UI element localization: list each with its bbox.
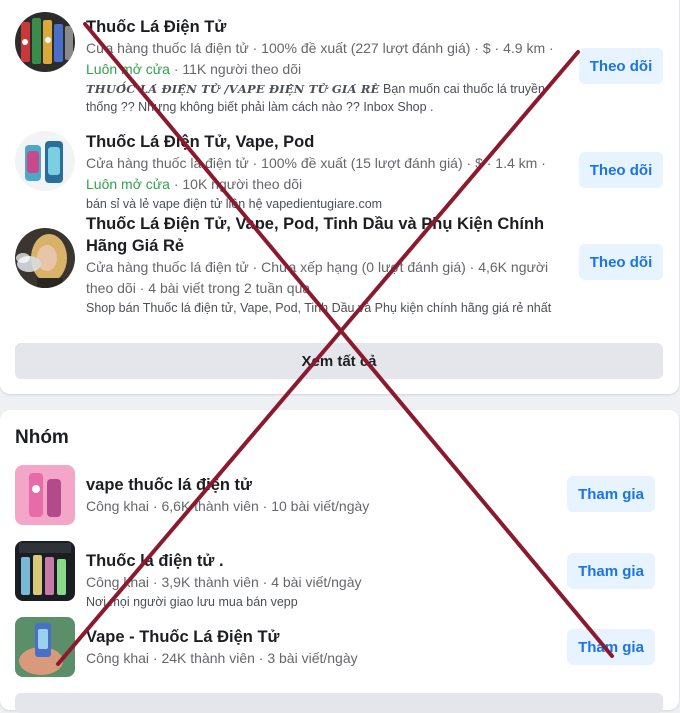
groups-section-title: Nhóm [15,427,69,448]
group-title[interactable]: vape thuốc lá điện tử [86,474,369,496]
page-result-item[interactable]: Thuốc Lá Điện Tử Cửa hàng thuốc lá điện … [0,0,679,116]
followers-count: · 11K người theo dõi [169,61,302,77]
page-meta: Cửa hàng thuốc lá điện tử · Chưa xếp hạn… [86,259,549,275]
page-title[interactable]: Thuốc Lá Điện Tử, Vape, Pod, Tinh Dầu và… [86,213,551,235]
page-description-line2: thống ?? Nhưng không biết phải làm cách … [86,100,434,114]
page-meta-line2: Luôn mở cửa · 10K người theo dõi [86,174,546,195]
follow-button[interactable]: Theo dõi [579,152,663,188]
join-button[interactable]: Tham gia [567,476,655,512]
page-title[interactable]: Thuốc Lá Điện Tử, Vape, Pod [86,131,546,153]
group-title[interactable]: Thuốc lá điện tử . [86,550,362,572]
group-title[interactable]: Vape - Thuốc Lá Điện Tử [86,626,358,648]
group-description: Nơi mọi người giao lưu mua bán vepp [86,595,298,609]
page-description-rest: Bạn muốn cai thuốc lá truyền [379,82,545,96]
group-result-item[interactable]: Vape - Thuốc Lá Điện Tử Công khai · 24K … [0,612,679,682]
join-button[interactable]: Tham gia [567,629,655,665]
group-meta: Công khai · 6,6K thành viên · 10 bài viế… [86,498,370,514]
page-result-item[interactable]: Thuốc Lá Điện Tử, Vape, Pod Cửa hàng thu… [0,116,679,216]
see-all-button[interactable]: Xem tất cả [15,343,663,379]
open-status: Luôn mở cửa [86,176,170,192]
group-result-item[interactable]: Thuốc lá điện tử . Công khai · 3,9K thàn… [0,536,679,612]
woman-vaping-thumbnail[interactable] [15,228,75,288]
page-meta: Cửa hàng thuốc lá điện tử · 100% đề xuất… [86,40,554,56]
hand-vape-thumbnail[interactable] [15,617,75,677]
group-result-item[interactable]: vape thuốc lá điện tử Công khai · 6,6K t… [0,460,679,530]
pod-device-thumbnail[interactable] [15,131,75,191]
page-meta-line2: theo dõi · 4 bài viết trong 2 tuần qua [86,280,311,296]
join-button[interactable]: Tham gia [567,553,655,589]
page-description-bold: 𝑻𝑯𝑼𝑶̂́𝑪 𝑳𝑨́ Đ𝑰𝑬̣̂𝑵 𝑻𝑼̛̉ /𝑽𝑨𝑷𝑬 Đ𝑰𝑬̣̂𝑵 𝑻𝑼̛… [86,82,380,96]
group-meta: Công khai · 24K thành viên · 3 bài viết/… [86,650,358,666]
page-description: Shop bán Thuốc lá điện tử, Vape, Pod, Ti… [86,301,552,315]
ninja-vape-thumbnail[interactable] [15,541,75,601]
page-meta-line2: Luôn mở cửa · 11K người theo dõi [86,59,554,80]
group-meta: Công khai · 3,9K thành viên · 4 bài viết… [86,574,362,590]
page-description: 𝑻𝑯𝑼𝑶̂́𝑪 𝑳𝑨́ Đ𝑰𝑬̣̂𝑵 𝑻𝑼̛̉ /𝑽𝑨𝑷𝑬 Đ𝑰𝑬̣̂𝑵 𝑻𝑼̛… [86,80,554,98]
page-title-line2[interactable]: Hãng Giá Rẻ [86,235,551,257]
see-all-groups-button[interactable] [15,693,663,713]
pages-results-card: Thuốc Lá Điện Tử Cửa hàng thuốc lá điện … [0,0,679,394]
groups-results-card: Nhóm vape thuốc lá điện tử Công khai · 6… [0,410,679,713]
follow-button[interactable]: Theo dõi [579,48,663,84]
followers-count: · 10K người theo dõi [169,176,303,192]
page-title[interactable]: Thuốc Lá Điện Tử [86,16,554,38]
open-status: Luôn mở cửa [86,61,170,77]
page-result-item[interactable]: Thuốc Lá Điện Tử, Vape, Pod, Tinh Dầu và… [0,213,679,336]
page-meta: Cửa hàng thuốc lá điện tử · 100% đề xuất… [86,155,546,171]
page-description: bán sỉ và lẻ vape điện tử liên hệ vapedi… [86,197,383,211]
pink-vape-thumbnail[interactable] [15,465,75,525]
follow-button[interactable]: Theo dõi [579,244,663,280]
vape-devices-thumbnail[interactable] [15,12,75,72]
